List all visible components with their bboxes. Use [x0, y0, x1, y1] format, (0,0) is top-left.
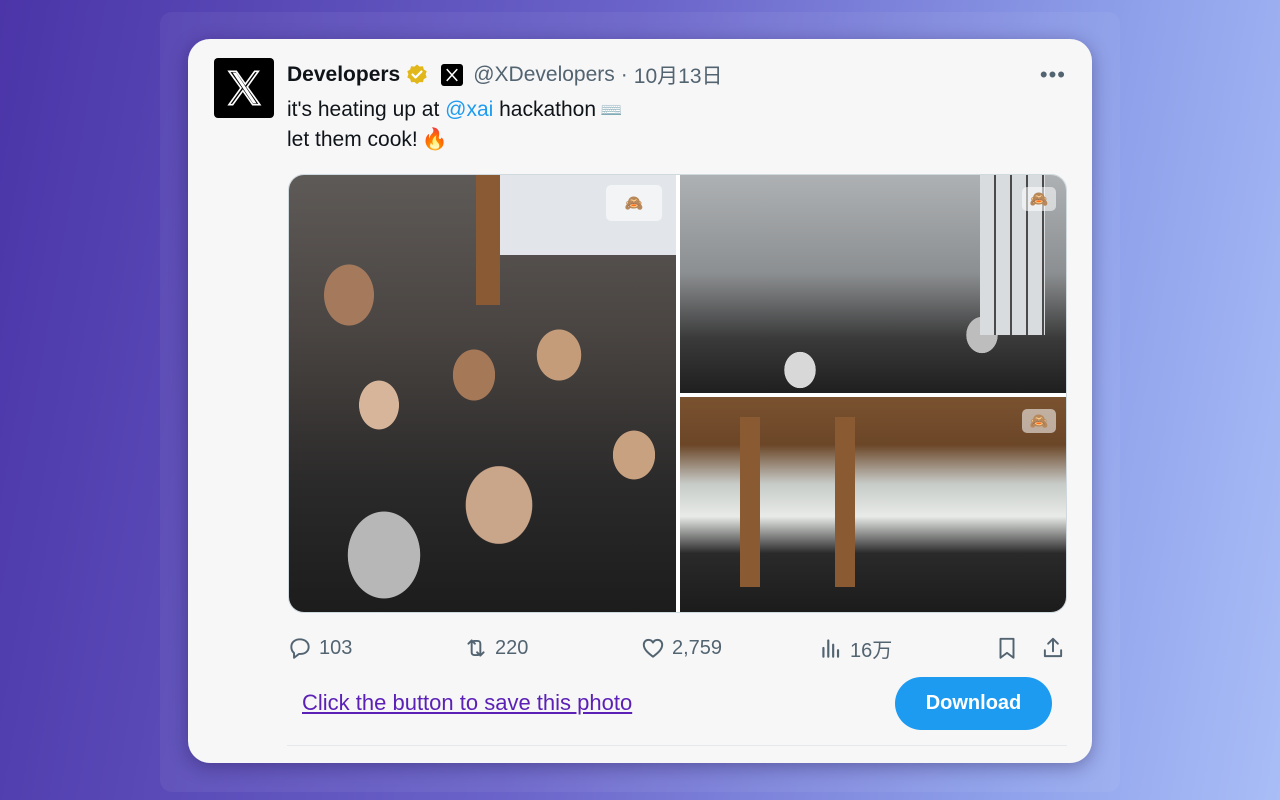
x-logo-icon [227, 70, 262, 106]
photo-truss [835, 417, 855, 587]
views-button[interactable]: 16万 [818, 631, 892, 665]
author-name[interactable]: Developers [287, 63, 400, 87]
retweet-count: 220 [495, 636, 529, 659]
x-logo-icon [446, 68, 459, 82]
see-no-evil-badge[interactable]: 🙈 [606, 185, 662, 221]
author-handle[interactable]: @XDevelopers [473, 63, 615, 87]
see-no-evil-badge[interactable]: 🙈 [1022, 187, 1056, 211]
action-bar: 103 220 2,759 16万 [287, 631, 1067, 665]
share-icon [1043, 637, 1063, 658]
reply-button[interactable]: 103 [287, 631, 352, 665]
bookmark-icon [999, 637, 1015, 659]
tweet-text-line-2: let them cook! 🔥 [287, 125, 622, 155]
reply-icon [290, 638, 310, 659]
verified-badge-icon [407, 64, 427, 85]
share-button[interactable] [1040, 631, 1066, 665]
like-count: 2,759 [672, 636, 723, 659]
reply-count: 103 [319, 636, 353, 659]
tweet-text-line-1: it's heating up at @xai hackathon ⌨️ [287, 95, 622, 125]
like-icon [642, 638, 664, 658]
download-button[interactable]: Download [895, 677, 1052, 730]
views-icon [822, 639, 840, 658]
bookmark-button[interactable] [994, 631, 1020, 665]
like-button[interactable]: 2,759 [640, 631, 722, 665]
more-icon[interactable]: ••• [1040, 62, 1066, 88]
see-no-evil-badge[interactable]: 🙈 [1022, 409, 1056, 433]
tweet-date[interactable]: 10月13日 [634, 60, 723, 90]
tweet-card: Developers @XDevelopers · 10月13日 ••• it'… [188, 39, 1092, 763]
photo-room-vr[interactable]: 🙈 [680, 175, 1066, 393]
photo-truss [740, 417, 760, 587]
text-segment: hackathon [493, 98, 597, 121]
photo-grid: 🙈 🙈 🙈 [288, 174, 1067, 613]
text-segment: it's heating up at [287, 98, 446, 121]
photo-beam [476, 175, 500, 305]
mention-link[interactable]: @xai [445, 98, 493, 121]
photo-hall[interactable]: 🙈 [680, 397, 1066, 612]
x-affiliation-icon[interactable] [441, 64, 464, 86]
text-segment: let them cook! [287, 128, 418, 151]
save-photo-link[interactable]: Click the button to save this photo [302, 690, 632, 716]
retweet-icon [467, 639, 485, 657]
tweet-text: it's heating up at @xai hackathon ⌨️ let … [287, 95, 622, 155]
divider [287, 745, 1067, 746]
fire-emoji: 🔥 [421, 128, 448, 151]
keyboard-emoji: ⌨️ [600, 100, 623, 120]
avatar[interactable] [214, 58, 274, 118]
tweet-header: Developers @XDevelopers · 10月13日 ••• [287, 61, 1066, 89]
separator: · [620, 63, 628, 86]
photo-group-selfie[interactable]: 🙈 [289, 175, 676, 612]
views-count: 16万 [850, 639, 893, 662]
retweet-button[interactable]: 220 [463, 631, 528, 665]
